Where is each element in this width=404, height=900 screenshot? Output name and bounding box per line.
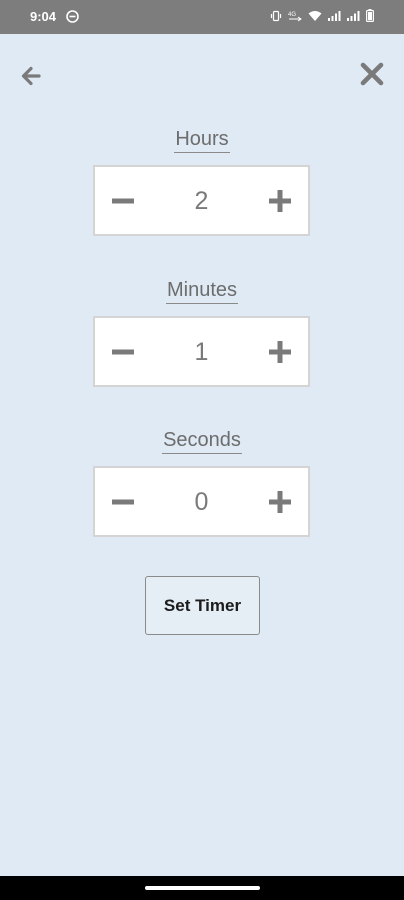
seconds-label: Seconds <box>162 428 242 454</box>
minutes-increment-button[interactable] <box>259 331 301 373</box>
hours-label: Hours <box>174 127 230 153</box>
minus-icon <box>112 349 134 355</box>
svg-text:4G: 4G <box>288 12 296 18</box>
arrow-left-icon <box>21 66 41 86</box>
back-button[interactable] <box>18 62 46 90</box>
minutes-value[interactable]: 1 <box>155 338 248 367</box>
home-indicator[interactable] <box>145 886 260 890</box>
navigation-bar <box>0 876 404 900</box>
minutes-decrement-button[interactable] <box>102 331 144 373</box>
seconds-decrement-button[interactable] <box>102 481 144 523</box>
minutes-label-row: Minutes <box>0 278 404 304</box>
status-time: 9:04 <box>30 9 57 24</box>
hours-decrement-button[interactable] <box>102 180 144 222</box>
status-icons: 4G <box>270 9 374 22</box>
signal-icon <box>347 10 360 21</box>
seconds-value[interactable]: 0 <box>155 488 248 517</box>
wifi-icon <box>308 10 322 21</box>
battery-icon <box>366 9 374 22</box>
vibrate-icon <box>270 10 282 21</box>
hours-label-row: Hours <box>0 127 404 153</box>
hours-increment-button[interactable] <box>259 180 301 222</box>
close-button[interactable] <box>358 60 386 88</box>
plus-icon <box>269 190 291 212</box>
minus-icon <box>112 499 134 505</box>
seconds-increment-button[interactable] <box>259 481 301 523</box>
seconds-label-row: Seconds <box>0 428 404 454</box>
seconds-stepper: 0 <box>93 466 310 537</box>
do-not-disturb-icon <box>66 10 79 23</box>
hours-value[interactable]: 2 <box>155 187 248 216</box>
volte-icon: 4G <box>288 12 302 21</box>
plus-icon <box>269 491 291 513</box>
timer-screen: Hours 2 Minutes 1 Seconds 0 Set Timer <box>0 34 404 876</box>
hours-stepper: 2 <box>93 165 310 236</box>
set-timer-button[interactable]: Set Timer <box>145 576 260 635</box>
minutes-label: Minutes <box>165 278 239 304</box>
plus-icon <box>269 341 291 363</box>
status-bar: 9:04 4G <box>0 0 404 34</box>
signal-icon <box>328 10 341 21</box>
close-x-icon <box>360 62 384 86</box>
minus-icon <box>112 198 134 204</box>
minutes-stepper: 1 <box>93 316 310 387</box>
